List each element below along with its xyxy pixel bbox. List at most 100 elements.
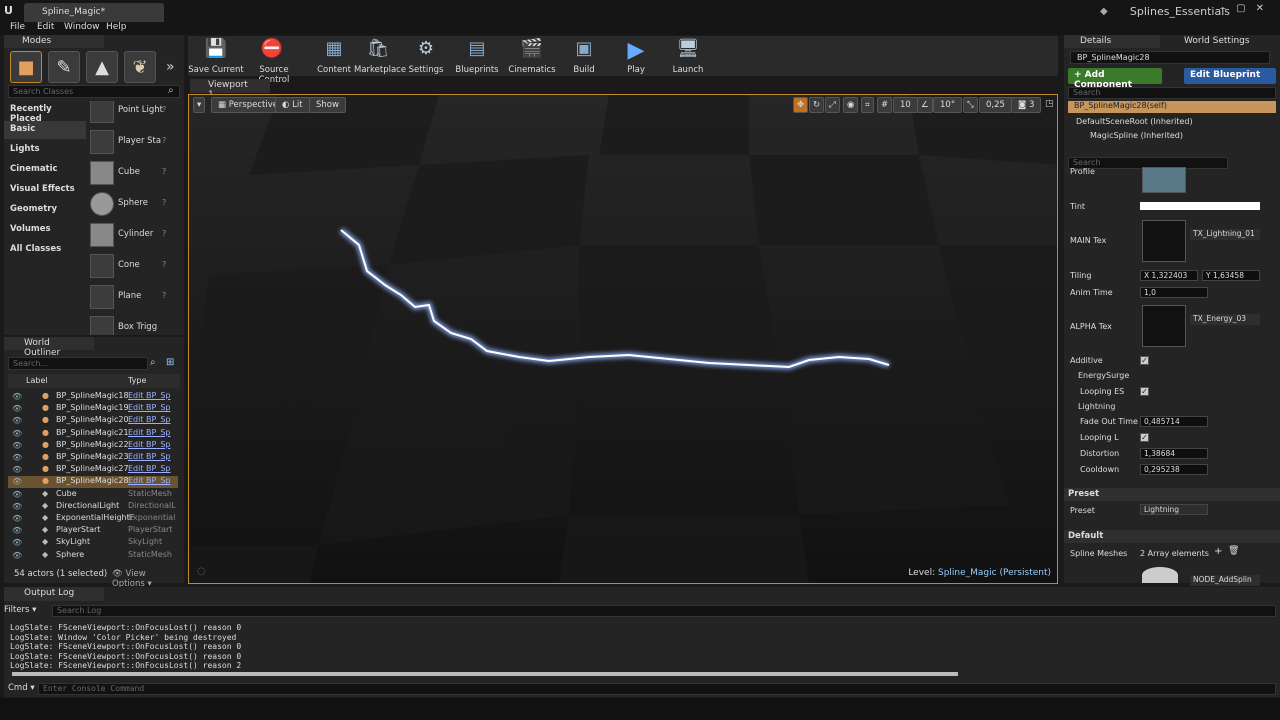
- translate-icon[interactable]: ✥: [793, 97, 809, 113]
- visibility-eye-icon[interactable]: 👁: [12, 416, 22, 425]
- document-tab[interactable]: Spline_Magic*: [24, 3, 164, 22]
- cooldown-input[interactable]: 0,295238: [1140, 464, 1208, 475]
- outliner-row[interactable]: 👁 ● BP_SplineMagic21 Edit BP_Sp: [8, 428, 178, 440]
- launch-button[interactable]: 🖥 Launch: [670, 36, 706, 76]
- search-classes-input[interactable]: Search Classes: [8, 85, 180, 98]
- grid-size-button[interactable]: 10: [893, 97, 918, 113]
- visibility-eye-icon[interactable]: 👁: [12, 404, 22, 413]
- tiling-y-input[interactable]: Y 1,63458: [1202, 270, 1260, 281]
- play-button[interactable]: ▶ Play: [620, 36, 652, 76]
- component-search-input[interactable]: Search: [1068, 87, 1276, 99]
- menu-help[interactable]: Help: [106, 22, 127, 32]
- actor-name-input[interactable]: BP_SplineMagic28: [1070, 51, 1270, 64]
- component-self-row[interactable]: BP_SplineMagic28(self): [1068, 101, 1276, 113]
- fade-out-input[interactable]: 0,485714: [1140, 416, 1208, 427]
- row-type[interactable]: Edit BP_Sp: [128, 452, 176, 461]
- category-recently-placed[interactable]: Recently Placed: [4, 101, 86, 124]
- visibility-eye-icon[interactable]: 👁: [12, 392, 22, 401]
- category-lights[interactable]: Lights: [4, 141, 86, 159]
- scale-icon[interactable]: ⤢: [825, 97, 840, 113]
- spline-mesh-thumbnail[interactable]: [1142, 567, 1178, 583]
- looping-es-checkbox[interactable]: ✓: [1140, 387, 1149, 396]
- column-type[interactable]: Type: [128, 376, 146, 385]
- place-mode-icon[interactable]: ■: [10, 51, 42, 83]
- source-control-button[interactable]: ⛔ Source Control: [244, 36, 304, 85]
- profile-thumbnail[interactable]: [1142, 167, 1186, 193]
- visibility-eye-icon[interactable]: 👁: [12, 429, 22, 438]
- distortion-input[interactable]: 1,38684: [1140, 448, 1208, 459]
- outliner-row[interactable]: 👁 ● BP_SplineMagic22 Edit BP_Sp: [8, 440, 178, 452]
- help-icon[interactable]: ?: [162, 229, 166, 238]
- blueprints-button[interactable]: ▤ Blueprints: [454, 36, 500, 76]
- edit-blueprint-button[interactable]: Edit Blueprint: [1184, 68, 1276, 84]
- menu-file[interactable]: File: [10, 22, 25, 32]
- category-all-classes[interactable]: All Classes: [4, 241, 86, 259]
- visibility-eye-icon[interactable]: 👁: [12, 526, 22, 535]
- row-type[interactable]: Edit BP_Sp: [128, 415, 176, 424]
- class-item[interactable]: Sphere?: [88, 188, 176, 219]
- looping-l-checkbox[interactable]: ✓: [1140, 433, 1149, 442]
- outliner-row[interactable]: 👁 ● BP_SplineMagic23 Edit BP_Sp: [8, 452, 178, 464]
- category-visual-effects[interactable]: Visual Effects: [4, 181, 86, 199]
- outliner-search-input[interactable]: Search...: [8, 357, 148, 370]
- visibility-eye-icon[interactable]: 👁: [12, 477, 22, 486]
- outliner-row[interactable]: 👁 ● BP_SplineMagic19 Edit BP_Sp: [8, 403, 178, 415]
- outliner-row[interactable]: 👁 ● BP_SplineMagic18 Edit BP_Sp: [8, 391, 178, 403]
- help-icon[interactable]: ?: [162, 105, 166, 114]
- outliner-row[interactable]: 👁 ◆ ExponentialHeightF Exponential: [8, 513, 178, 525]
- category-cinematic[interactable]: Cinematic: [4, 161, 86, 179]
- lit-button[interactable]: ◐ Lit: [275, 97, 310, 113]
- marketplace-button[interactable]: 🛍 Marketplace: [354, 36, 406, 76]
- row-type[interactable]: Edit BP_Sp: [128, 428, 176, 437]
- row-type[interactable]: Edit BP_Sp: [128, 464, 176, 473]
- visibility-eye-icon[interactable]: 👁: [12, 514, 22, 523]
- anim-time-input[interactable]: 1,0: [1140, 287, 1208, 298]
- help-icon[interactable]: ?: [162, 167, 166, 176]
- class-item[interactable]: Cylinder?: [88, 219, 176, 250]
- grid-snap-icon[interactable]: #: [877, 97, 893, 113]
- cinematics-button[interactable]: 🎬 Cinematics: [508, 36, 556, 76]
- outliner-row[interactable]: 👁 ◆ Cube StaticMesh: [8, 489, 178, 501]
- class-item[interactable]: Plane?: [88, 281, 176, 312]
- node-dropdown[interactable]: NODE_AddSplin: [1190, 575, 1260, 586]
- outliner-row[interactable]: 👁 ◆ DirectionalLight DirectionalL: [8, 501, 178, 513]
- outliner-row[interactable]: 👁 ◆ PlayerStart PlayerStart: [8, 525, 178, 537]
- build-button[interactable]: ▣ Build: [568, 36, 600, 76]
- help-icon[interactable]: ?: [162, 198, 166, 207]
- visibility-eye-icon[interactable]: 👁: [12, 502, 22, 511]
- outliner-row[interactable]: 👁 ● BP_SplineMagic27 Edit BP_Sp: [8, 464, 178, 476]
- help-icon[interactable]: ?: [162, 136, 166, 145]
- level-viewport[interactable]: ▾ ▦ Perspective ◐ Lit Show ✥ ↻ ⤢ ◉ ⌗ # 1…: [188, 94, 1058, 584]
- maximize-viewport-icon[interactable]: ◳: [1045, 99, 1054, 109]
- additive-checkbox[interactable]: ✓: [1140, 356, 1149, 365]
- scale-size-button[interactable]: 0,25: [979, 97, 1012, 113]
- row-type[interactable]: Edit BP_Sp: [128, 440, 176, 449]
- class-item[interactable]: Box Trigg: [88, 312, 176, 335]
- visibility-eye-icon[interactable]: 👁: [12, 551, 22, 560]
- scale-snap-icon[interactable]: ⤡: [963, 97, 978, 113]
- category-lightning[interactable]: Lightning: [1078, 402, 1115, 411]
- window-controls[interactable]: ‒▢✕: [1220, 3, 1274, 14]
- tab-details[interactable]: Details: [1064, 35, 1160, 48]
- tab-world-settings[interactable]: World Settings: [1168, 35, 1268, 48]
- tiling-x-input[interactable]: X 1,322403: [1140, 270, 1198, 281]
- column-label[interactable]: Label: [26, 376, 48, 385]
- viewport-options-button[interactable]: ▾: [193, 97, 206, 113]
- row-type[interactable]: Edit BP_Sp: [128, 403, 176, 412]
- category-volumes[interactable]: Volumes: [4, 221, 86, 239]
- category-basic[interactable]: Basic: [4, 121, 86, 139]
- surface-snap-icon[interactable]: ⌗: [861, 97, 874, 113]
- outliner-row[interactable]: 👁 ● BP_SplineMagic28 Edit BP_Sp: [8, 476, 178, 489]
- save-current-button[interactable]: 💾 Save Current: [188, 36, 244, 76]
- preset-dropdown[interactable]: Lightning: [1140, 504, 1208, 515]
- menu-window[interactable]: Window: [64, 22, 100, 32]
- row-type[interactable]: Edit BP_Sp: [128, 476, 176, 485]
- content-button[interactable]: ▦ Content: [316, 36, 352, 76]
- tab-viewport[interactable]: Viewport 1: [190, 79, 270, 100]
- landscape-mode-icon[interactable]: ▲: [86, 51, 118, 83]
- tab-world-outliner[interactable]: World Outliner: [4, 337, 94, 358]
- help-icon[interactable]: ?: [162, 260, 166, 269]
- rotation-snap-icon[interactable]: ∠: [917, 97, 933, 113]
- class-item[interactable]: Cone?: [88, 250, 176, 281]
- section-preset[interactable]: Preset: [1064, 488, 1280, 501]
